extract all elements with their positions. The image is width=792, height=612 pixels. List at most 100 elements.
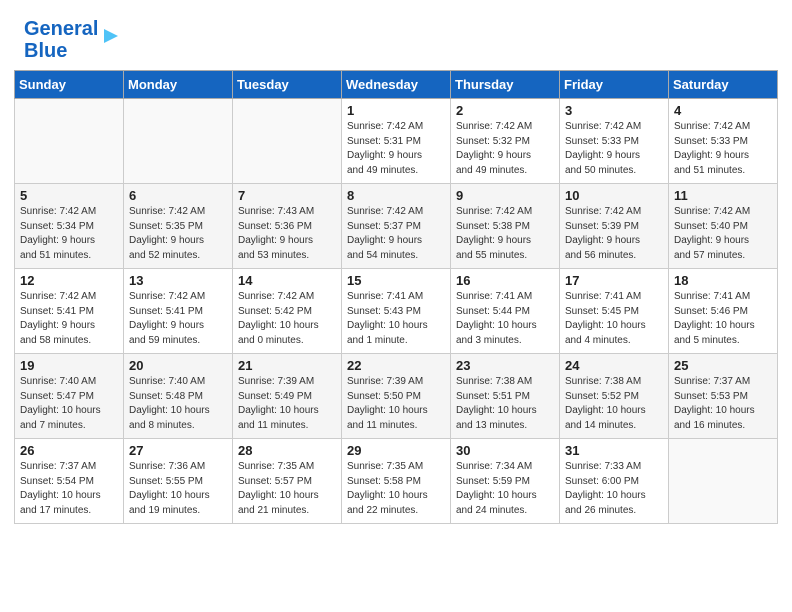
calendar-cell: 17 Sunrise: 7:41 AM Sunset: 5:45 PM Dayli… bbox=[560, 269, 669, 354]
calendar-cell: 5 Sunrise: 7:42 AM Sunset: 5:34 PM Daylig… bbox=[15, 184, 124, 269]
day-info: Sunrise: 7:39 AM Sunset: 5:50 PM Dayligh… bbox=[347, 375, 445, 433]
day-number: 23 bbox=[456, 358, 554, 373]
calendar-cell: 15 Sunrise: 7:41 AM Sunset: 5:43 PM Dayli… bbox=[342, 269, 451, 354]
day-number: 15 bbox=[347, 273, 445, 288]
day-info: Sunrise: 7:41 AM Sunset: 5:46 PM Dayligh… bbox=[674, 290, 772, 348]
day-info: Sunrise: 7:35 AM Sunset: 5:57 PM Dayligh… bbox=[238, 460, 336, 518]
calendar-cell: 24Sunrise: 7:38 AM Sunset: 5:52 PM Dayli… bbox=[560, 354, 669, 439]
calendar-cell: 23Sunrise: 7:38 AM Sunset: 5:51 PM Dayli… bbox=[451, 354, 560, 439]
day-number: 21 bbox=[238, 358, 336, 373]
calendar-cell: 9 Sunrise: 7:42 AM Sunset: 5:38 PM Daylig… bbox=[451, 184, 560, 269]
day-number: 20 bbox=[129, 358, 227, 373]
calendar-cell: 8 Sunrise: 7:42 AM Sunset: 5:37 PM Daylig… bbox=[342, 184, 451, 269]
day-number: 16 bbox=[456, 273, 554, 288]
weekday-header-row: SundayMondayTuesdayWednesdayThursdayFrid… bbox=[15, 71, 778, 99]
day-info: Sunrise: 7:42 AM Sunset: 5:42 PM Dayligh… bbox=[238, 290, 336, 348]
day-info: Sunrise: 7:33 AM Sunset: 6:00 PM Dayligh… bbox=[565, 460, 663, 518]
day-number: 10 bbox=[565, 188, 663, 203]
calendar-table: SundayMondayTuesdayWednesdayThursdayFrid… bbox=[14, 70, 778, 524]
day-number: 4 bbox=[674, 103, 772, 118]
logo-text: GeneralBlue bbox=[24, 18, 98, 62]
calendar-cell: 3 Sunrise: 7:42 AM Sunset: 5:33 PM Daylig… bbox=[560, 99, 669, 184]
calendar-cell: 16 Sunrise: 7:41 AM Sunset: 5:44 PM Dayli… bbox=[451, 269, 560, 354]
day-info: Sunrise: 7:42 AM Sunset: 5:38 PM Dayligh… bbox=[456, 205, 554, 263]
calendar-cell bbox=[124, 99, 233, 184]
day-number: 14 bbox=[238, 273, 336, 288]
day-number: 22 bbox=[347, 358, 445, 373]
day-info: Sunrise: 7:35 AM Sunset: 5:58 PM Dayligh… bbox=[347, 460, 445, 518]
day-number: 19 bbox=[20, 358, 118, 373]
week-row-3: 12 Sunrise: 7:42 AM Sunset: 5:41 PM Dayli… bbox=[15, 269, 778, 354]
day-info: Sunrise: 7:36 AM Sunset: 5:55 PM Dayligh… bbox=[129, 460, 227, 518]
day-info: Sunrise: 7:42 AM Sunset: 5:41 PM Dayligh… bbox=[129, 290, 227, 348]
week-row-2: 5 Sunrise: 7:42 AM Sunset: 5:34 PM Daylig… bbox=[15, 184, 778, 269]
weekday-header-thursday: Thursday bbox=[451, 71, 560, 99]
day-number: 7 bbox=[238, 188, 336, 203]
day-info: Sunrise: 7:42 AM Sunset: 5:35 PM Dayligh… bbox=[129, 205, 227, 263]
day-info: Sunrise: 7:41 AM Sunset: 5:45 PM Dayligh… bbox=[565, 290, 663, 348]
calendar-cell: 20 Sunrise: 7:40 AM Sunset: 5:48 PM Dayli… bbox=[124, 354, 233, 439]
day-info: Sunrise: 7:42 AM Sunset: 5:37 PM Dayligh… bbox=[347, 205, 445, 263]
day-info: Sunrise: 7:42 AM Sunset: 5:34 PM Dayligh… bbox=[20, 205, 118, 263]
day-number: 9 bbox=[456, 188, 554, 203]
day-number: 26 bbox=[20, 443, 118, 458]
day-number: 11 bbox=[674, 188, 772, 203]
day-number: 17 bbox=[565, 273, 663, 288]
day-number: 29 bbox=[347, 443, 445, 458]
day-info: Sunrise: 7:41 AM Sunset: 5:44 PM Dayligh… bbox=[456, 290, 554, 348]
calendar-wrapper: SundayMondayTuesdayWednesdayThursdayFrid… bbox=[0, 70, 792, 538]
day-number: 30 bbox=[456, 443, 554, 458]
calendar-cell: 30 Sunrise: 7:34 AM Sunset: 5:59 PM Dayli… bbox=[451, 439, 560, 524]
calendar-cell: 27 Sunrise: 7:36 AM Sunset: 5:55 PM Dayli… bbox=[124, 439, 233, 524]
day-number: 18 bbox=[674, 273, 772, 288]
calendar-cell bbox=[15, 99, 124, 184]
day-number: 1 bbox=[347, 103, 445, 118]
calendar-cell: 6Sunrise: 7:42 AM Sunset: 5:35 PM Daylig… bbox=[124, 184, 233, 269]
day-number: 24 bbox=[565, 358, 663, 373]
day-info: Sunrise: 7:40 AM Sunset: 5:48 PM Dayligh… bbox=[129, 375, 227, 433]
day-number: 12 bbox=[20, 273, 118, 288]
day-number: 2 bbox=[456, 103, 554, 118]
calendar-cell: 18 Sunrise: 7:41 AM Sunset: 5:46 PM Dayli… bbox=[669, 269, 778, 354]
calendar-cell: 21 Sunrise: 7:39 AM Sunset: 5:49 PM Dayli… bbox=[233, 354, 342, 439]
day-info: Sunrise: 7:37 AM Sunset: 5:53 PM Dayligh… bbox=[674, 375, 772, 433]
day-info: Sunrise: 7:39 AM Sunset: 5:49 PM Dayligh… bbox=[238, 375, 336, 433]
calendar-cell: 11 Sunrise: 7:42 AM Sunset: 5:40 PM Dayli… bbox=[669, 184, 778, 269]
weekday-header-sunday: Sunday bbox=[15, 71, 124, 99]
calendar-cell: 2 Sunrise: 7:42 AM Sunset: 5:32 PM Daylig… bbox=[451, 99, 560, 184]
day-number: 3 bbox=[565, 103, 663, 118]
calendar-cell: 10 Sunrise: 7:42 AM Sunset: 5:39 PM Dayli… bbox=[560, 184, 669, 269]
day-number: 25 bbox=[674, 358, 772, 373]
weekday-header-wednesday: Wednesday bbox=[342, 71, 451, 99]
day-info: Sunrise: 7:43 AM Sunset: 5:36 PM Dayligh… bbox=[238, 205, 336, 263]
day-info: Sunrise: 7:42 AM Sunset: 5:33 PM Dayligh… bbox=[565, 120, 663, 178]
calendar-cell bbox=[669, 439, 778, 524]
day-info: Sunrise: 7:42 AM Sunset: 5:40 PM Dayligh… bbox=[674, 205, 772, 263]
calendar-cell bbox=[233, 99, 342, 184]
header: GeneralBlue bbox=[0, 0, 792, 70]
day-info: Sunrise: 7:42 AM Sunset: 5:32 PM Dayligh… bbox=[456, 120, 554, 178]
day-info: Sunrise: 7:42 AM Sunset: 5:39 PM Dayligh… bbox=[565, 205, 663, 263]
day-info: Sunrise: 7:41 AM Sunset: 5:43 PM Dayligh… bbox=[347, 290, 445, 348]
weekday-header-tuesday: Tuesday bbox=[233, 71, 342, 99]
calendar-cell: 26 Sunrise: 7:37 AM Sunset: 5:54 PM Dayli… bbox=[15, 439, 124, 524]
calendar-cell: 1Sunrise: 7:42 AM Sunset: 5:31 PM Daylig… bbox=[342, 99, 451, 184]
day-info: Sunrise: 7:42 AM Sunset: 5:41 PM Dayligh… bbox=[20, 290, 118, 348]
week-row-5: 26 Sunrise: 7:37 AM Sunset: 5:54 PM Dayli… bbox=[15, 439, 778, 524]
calendar-cell: 12 Sunrise: 7:42 AM Sunset: 5:41 PM Dayli… bbox=[15, 269, 124, 354]
day-info: Sunrise: 7:34 AM Sunset: 5:59 PM Dayligh… bbox=[456, 460, 554, 518]
day-number: 28 bbox=[238, 443, 336, 458]
day-number: 5 bbox=[20, 188, 118, 203]
day-number: 27 bbox=[129, 443, 227, 458]
calendar-cell: 29 Sunrise: 7:35 AM Sunset: 5:58 PM Dayli… bbox=[342, 439, 451, 524]
day-info: Sunrise: 7:37 AM Sunset: 5:54 PM Dayligh… bbox=[20, 460, 118, 518]
day-number: 8 bbox=[347, 188, 445, 203]
day-info: Sunrise: 7:40 AM Sunset: 5:47 PM Dayligh… bbox=[20, 375, 118, 433]
calendar-cell: 14 Sunrise: 7:42 AM Sunset: 5:42 PM Dayli… bbox=[233, 269, 342, 354]
weekday-header-friday: Friday bbox=[560, 71, 669, 99]
logo-arrow-icon bbox=[100, 25, 122, 47]
calendar-cell: 31Sunrise: 7:33 AM Sunset: 6:00 PM Dayli… bbox=[560, 439, 669, 524]
calendar-cell: 19 Sunrise: 7:40 AM Sunset: 5:47 PM Dayli… bbox=[15, 354, 124, 439]
week-row-1: 1Sunrise: 7:42 AM Sunset: 5:31 PM Daylig… bbox=[15, 99, 778, 184]
calendar-cell: 7 Sunrise: 7:43 AM Sunset: 5:36 PM Daylig… bbox=[233, 184, 342, 269]
